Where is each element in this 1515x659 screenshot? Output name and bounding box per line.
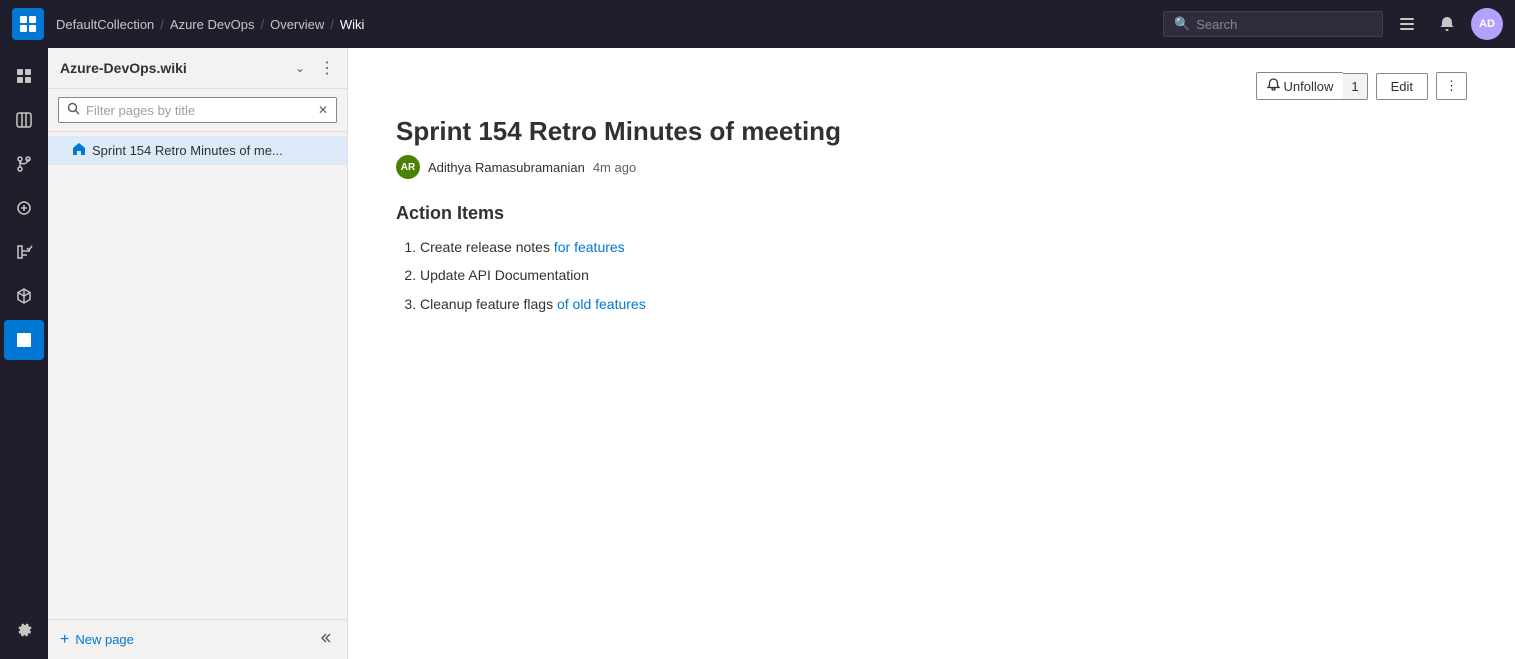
wiki-name: Azure-DevOps.wiki bbox=[60, 60, 289, 76]
top-nav-right: 🔍 AD bbox=[1163, 8, 1503, 40]
list-item: Cleanup feature flags of old features bbox=[420, 293, 1467, 315]
settings-icon[interactable] bbox=[4, 611, 44, 651]
section-title: Action Items bbox=[396, 203, 1467, 224]
panel-header: Azure-DevOps.wiki ⌄ ⋮ bbox=[48, 48, 347, 89]
search-icon: 🔍 bbox=[1174, 16, 1190, 32]
page-tree: Sprint 154 Retro Minutes of me... bbox=[48, 132, 347, 619]
time-ago: 4m ago bbox=[593, 160, 636, 175]
new-page-label: New page bbox=[75, 632, 134, 647]
sidebar-item-pipelines[interactable] bbox=[4, 188, 44, 228]
breadcrumb-default-collection[interactable]: DefaultCollection bbox=[56, 17, 154, 32]
clear-filter-icon[interactable]: ✕ bbox=[318, 103, 328, 117]
search-input[interactable] bbox=[1196, 17, 1372, 32]
action-items-list: Create release notes for features Update… bbox=[396, 236, 1467, 315]
top-nav: DefaultCollection / Azure DevOps / Overv… bbox=[0, 0, 1515, 48]
notifications-icon[interactable] bbox=[1431, 8, 1463, 40]
page-meta: AR Adithya Ramasubramanian 4m ago bbox=[396, 155, 1467, 179]
sidebar-item-repos[interactable] bbox=[4, 144, 44, 184]
content-header-bar: Unfollow 1 Edit ⋮ bbox=[396, 72, 1467, 100]
plus-icon: + bbox=[60, 631, 69, 649]
edit-button[interactable]: Edit bbox=[1376, 73, 1428, 100]
icon-sidebar bbox=[0, 48, 48, 659]
page-tree-item[interactable]: Sprint 154 Retro Minutes of me... bbox=[48, 136, 347, 165]
chevron-down-icon[interactable]: ⌄ bbox=[295, 61, 305, 75]
app-logo bbox=[12, 8, 44, 40]
bell-icon bbox=[1267, 78, 1280, 94]
breadcrumb-sep-1: / bbox=[160, 17, 164, 32]
breadcrumb-sep-2: / bbox=[260, 17, 264, 32]
breadcrumb-azure-devops[interactable]: Azure DevOps bbox=[170, 17, 255, 32]
home-page-icon bbox=[72, 142, 86, 159]
more-options-button[interactable]: ⋮ bbox=[1436, 72, 1467, 100]
feature-link-1[interactable]: for features bbox=[554, 239, 625, 255]
filter-icon bbox=[67, 102, 80, 118]
sidebar-item-boards[interactable] bbox=[4, 100, 44, 140]
collapse-panel-icon[interactable] bbox=[319, 630, 335, 649]
sidebar-item-home[interactable] bbox=[4, 56, 44, 96]
sidebar-item-wiki[interactable] bbox=[4, 320, 44, 360]
page-tree-item-label: Sprint 154 Retro Minutes of me... bbox=[92, 143, 283, 158]
sidebar-item-testplans[interactable] bbox=[4, 232, 44, 272]
list-item: Create release notes for features bbox=[420, 236, 1467, 258]
view-options-icon[interactable] bbox=[1391, 8, 1423, 40]
content-area: Unfollow 1 Edit ⋮ Sprint 154 Retro Minut… bbox=[348, 48, 1515, 659]
page-content: Action Items Create release notes for fe… bbox=[396, 203, 1467, 315]
list-item: Update API Documentation bbox=[420, 264, 1467, 286]
new-page-button[interactable]: + New page bbox=[60, 631, 134, 649]
feature-link-2[interactable]: of old features bbox=[557, 296, 646, 312]
filter-input-wrap[interactable]: ✕ bbox=[58, 97, 337, 123]
sidebar-item-artifacts[interactable] bbox=[4, 276, 44, 316]
breadcrumb-sep-3: / bbox=[330, 17, 334, 32]
follower-count: 1 bbox=[1343, 73, 1367, 100]
content-actions: Unfollow 1 Edit ⋮ bbox=[1256, 72, 1468, 100]
breadcrumb-overview[interactable]: Overview bbox=[270, 17, 324, 32]
breadcrumb-wiki: Wiki bbox=[340, 17, 365, 32]
user-avatar[interactable]: AD bbox=[1471, 8, 1503, 40]
search-box[interactable]: 🔍 bbox=[1163, 11, 1383, 37]
breadcrumb: DefaultCollection / Azure DevOps / Overv… bbox=[56, 17, 364, 32]
page-list-panel: Azure-DevOps.wiki ⌄ ⋮ ✕ bbox=[48, 48, 348, 659]
main-area: Azure-DevOps.wiki ⌄ ⋮ ✕ bbox=[0, 48, 1515, 659]
filter-bar: ✕ bbox=[48, 89, 347, 132]
unfollow-button[interactable]: Unfollow bbox=[1256, 72, 1344, 100]
author-avatar: AR bbox=[396, 155, 420, 179]
page-title: Sprint 154 Retro Minutes of meeting bbox=[396, 116, 1467, 147]
filter-pages-input[interactable] bbox=[86, 103, 312, 118]
panel-footer: + New page bbox=[48, 619, 347, 659]
unfollow-label: Unfollow bbox=[1284, 79, 1334, 94]
more-options-icon[interactable]: ⋮ bbox=[319, 58, 335, 78]
author-name: Adithya Ramasubramanian bbox=[428, 160, 585, 175]
